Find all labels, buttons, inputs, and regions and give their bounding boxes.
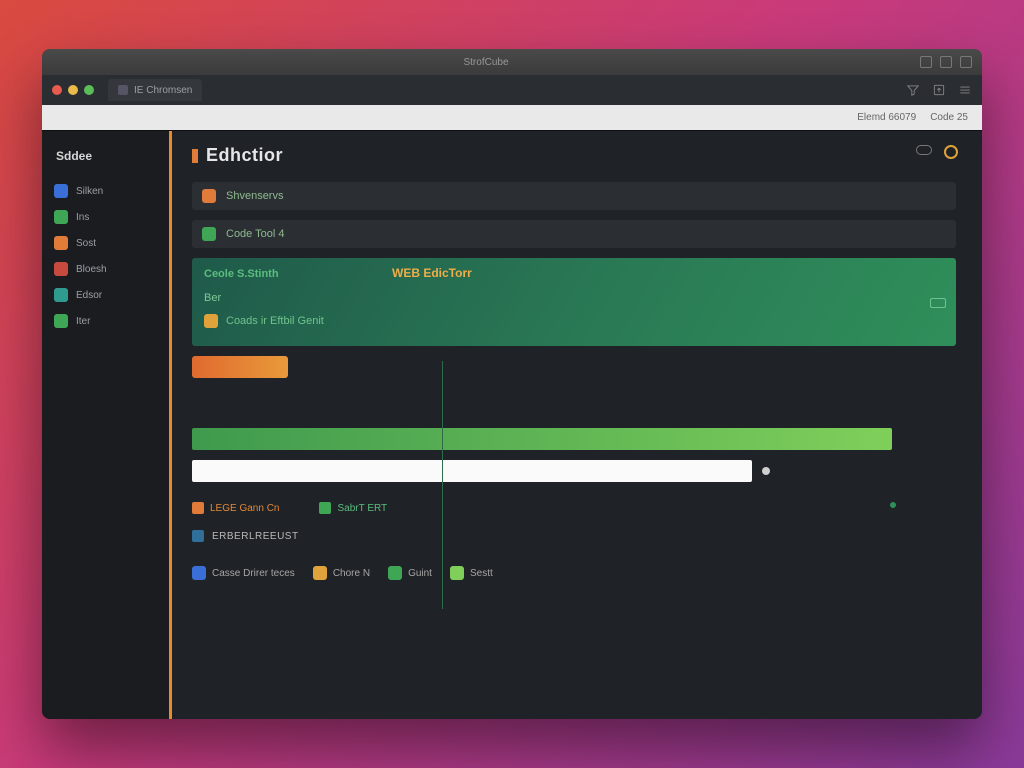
square-icon xyxy=(192,530,204,542)
sidebar-item-label: Sost xyxy=(76,238,96,249)
status-dot-icon xyxy=(890,502,896,508)
sidebar-item-0[interactable]: Silken xyxy=(42,179,169,203)
sidebar-item-4[interactable]: Edsor xyxy=(42,283,169,307)
toolbar-button-2[interactable]: Guint xyxy=(388,566,432,580)
os-titlebar: StrofCube xyxy=(42,49,982,75)
hero-badge: Coads ir Eftbil Genit xyxy=(204,314,324,328)
status-code: Code 25 xyxy=(930,112,968,123)
square-icon xyxy=(202,189,216,203)
menu-icon[interactable] xyxy=(958,83,972,97)
sidebar-item-label: Bloesh xyxy=(76,264,107,275)
sidebar-item-3[interactable]: Bloesh xyxy=(42,257,169,281)
square-icon xyxy=(202,227,216,241)
list-row-1[interactable]: Code Tool 4 xyxy=(192,220,956,248)
page-title: Edhctior xyxy=(192,145,956,166)
minimize-dot-icon[interactable] xyxy=(68,85,78,95)
square-icon xyxy=(54,210,68,224)
text-input[interactable] xyxy=(192,460,752,482)
status-text: Elemd 66079 xyxy=(857,112,916,123)
square-icon xyxy=(54,184,68,198)
record-dot-icon[interactable] xyxy=(762,467,770,475)
minimize-icon[interactable] xyxy=(920,56,932,68)
legend-item-0[interactable]: LEGE Gann Cn xyxy=(192,502,279,514)
close-dot-icon[interactable] xyxy=(52,85,62,95)
keyboard-icon[interactable] xyxy=(930,298,946,308)
sidebar-item-2[interactable]: Sost xyxy=(42,231,169,255)
swatch-icon xyxy=(192,502,204,514)
tab-icon xyxy=(118,85,128,95)
sidebar-item-label: Edsor xyxy=(76,290,102,301)
toolbar-button-3[interactable]: Sestt xyxy=(450,566,493,580)
legend-item-1[interactable]: SabrT ERT xyxy=(319,502,387,514)
sidebar-item-label: Ins xyxy=(76,212,89,223)
main-panel: Edhctior Shvenservs Code Tool 4 Ceole S.… xyxy=(172,131,982,719)
close-icon[interactable] xyxy=(960,56,972,68)
list-row-0[interactable]: Shvenservs xyxy=(192,182,956,210)
maximize-icon[interactable] xyxy=(940,56,952,68)
square-icon xyxy=(313,566,327,580)
section-title: ERBERLREEUST xyxy=(192,530,956,542)
square-icon xyxy=(54,262,68,276)
square-icon xyxy=(450,566,464,580)
export-icon[interactable] xyxy=(932,83,946,97)
bottom-toolbar: Casse Drirer teces Chore N Guint Sestt xyxy=(192,566,956,580)
sidebar-item-label: Iter xyxy=(76,316,90,327)
sidebar-item-5[interactable]: Iter xyxy=(42,309,169,333)
hero-line-3: Ber xyxy=(204,292,221,304)
hero-line-1: Ceole S.Stinth xyxy=(204,268,944,280)
input-bar-wrap xyxy=(192,460,956,482)
tab-active[interactable]: IE Chromsen xyxy=(108,79,202,101)
os-window-controls[interactable] xyxy=(920,56,972,68)
hero-subtitle: WEB EdicTorr xyxy=(392,266,472,280)
row-label: Code Tool 4 xyxy=(226,228,285,240)
square-icon xyxy=(54,236,68,250)
progress-bar-green[interactable] xyxy=(192,428,892,450)
sidebar-title: Sddee xyxy=(42,145,169,177)
sidebar: Sddee Silken Ins Sost Bloesh Edsor Iter xyxy=(42,131,172,719)
legend: LEGE Gann Cn SabrT ERT xyxy=(192,502,956,514)
caret-icon xyxy=(192,149,198,163)
filter-icon[interactable] xyxy=(906,83,920,97)
sidebar-item-label: Silken xyxy=(76,186,103,197)
status-strip: Elemd 66079 Code 25 xyxy=(42,105,982,131)
sync-icon[interactable] xyxy=(944,145,958,159)
app-window: StrofCube IE Chromsen Elemd 66079 Code 2… xyxy=(42,49,982,719)
row-label: Shvenservs xyxy=(226,190,283,202)
toolbar-button-1[interactable]: Chore N xyxy=(313,566,370,580)
toolbar-button-0[interactable]: Casse Drirer teces xyxy=(192,566,295,580)
zoom-dot-icon[interactable] xyxy=(84,85,94,95)
vertical-divider xyxy=(442,361,443,609)
square-icon xyxy=(54,314,68,328)
square-icon xyxy=(388,566,402,580)
app-titlebar: IE Chromsen xyxy=(42,75,982,105)
square-icon xyxy=(54,288,68,302)
hero-panel[interactable]: Ceole S.Stinth WEB EdicTorr Ber Coads ir… xyxy=(192,258,956,346)
cloud-icon[interactable] xyxy=(916,145,932,155)
os-title: StrofCube xyxy=(52,57,920,68)
tab-label: IE Chromsen xyxy=(134,85,192,96)
badge-icon xyxy=(204,314,218,328)
square-icon xyxy=(192,566,206,580)
traffic-lights[interactable] xyxy=(52,85,94,95)
sidebar-item-1[interactable]: Ins xyxy=(42,205,169,229)
chip-accent[interactable] xyxy=(192,356,288,378)
swatch-icon xyxy=(319,502,331,514)
